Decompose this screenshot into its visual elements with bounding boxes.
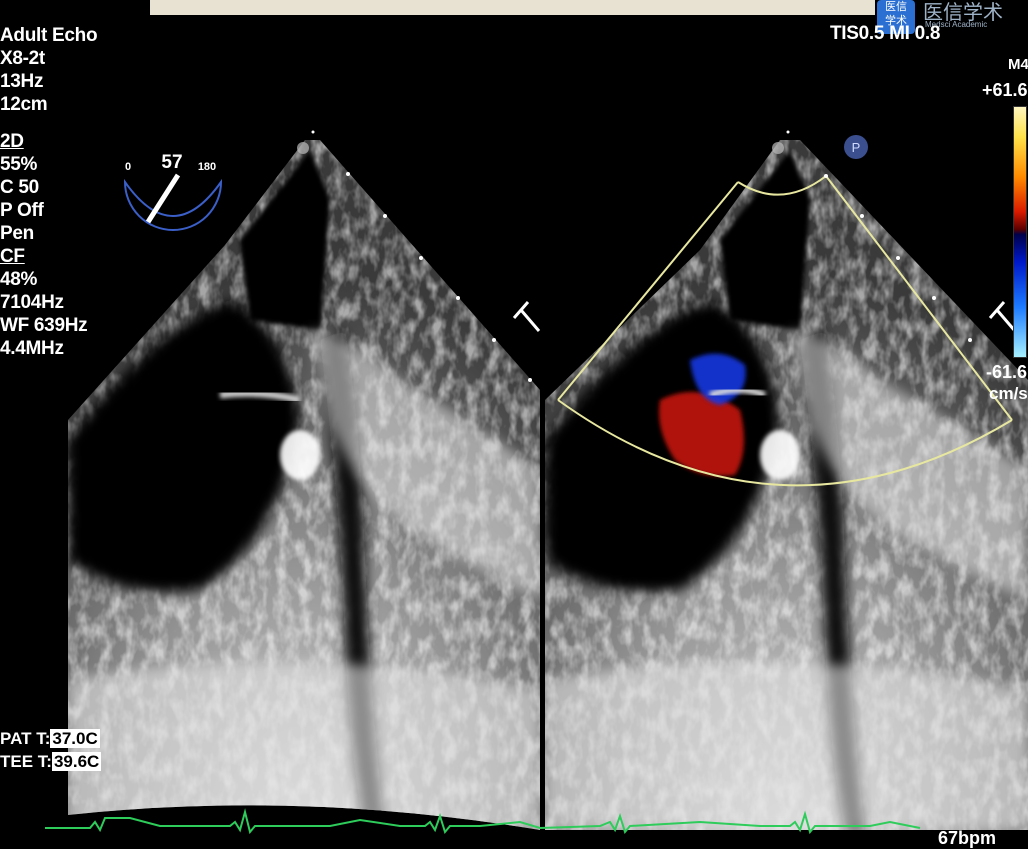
- echo-image: P 0 57 180: [45, 130, 1028, 835]
- velocity-unit: cm/s: [989, 384, 1028, 403]
- color-map-label: M4: [1008, 56, 1028, 73]
- p-marker-icon: P: [844, 135, 868, 159]
- depth: 12cm: [0, 94, 48, 115]
- velocity-bottom: -61.6: [986, 362, 1028, 382]
- left-orientation-marker: [512, 301, 541, 332]
- tee-temp-value: 39.6C: [51, 752, 102, 771]
- tis-mi-readout: TIS0.5 MI 0.8: [830, 23, 941, 44]
- wall-filter: WF 639Hz: [0, 315, 88, 336]
- p-marker-label: P: [852, 140, 861, 155]
- patient-temperature: PAT T: 37.0C: [0, 729, 100, 749]
- exam-mode: Adult Echo: [0, 25, 98, 46]
- protractor-angle: 57: [161, 152, 182, 173]
- right-orientation-marker: [988, 301, 1017, 332]
- acquisition-parameters: Adult Echo X8-2t 13Hz 12cm 2D 55% C 50 P…: [0, 25, 98, 361]
- heart-rate: 67bpm: [938, 828, 997, 848]
- velocity-top: +61.6: [982, 80, 1028, 100]
- protractor-max: 180: [198, 161, 216, 173]
- prf: 7104Hz: [0, 292, 64, 313]
- section-2d: 2D: [0, 131, 24, 152]
- velocity-color-bar: [1013, 106, 1027, 358]
- protractor-min: 0: [125, 161, 131, 173]
- angle-protractor: 0 57 180: [123, 152, 223, 231]
- section-cf: CF: [0, 246, 25, 267]
- gain-cf: 48%: [0, 269, 38, 290]
- probe-name: X8-2t: [0, 48, 45, 69]
- compression: C 50: [0, 177, 39, 198]
- tee-temp-label: TEE T:: [0, 752, 52, 771]
- frame-rate: 13Hz: [0, 71, 44, 92]
- left-2d-sector: [68, 140, 540, 830]
- pat-temp-value: 37.0C: [50, 729, 100, 748]
- resolution: Pen: [0, 223, 34, 244]
- cf-frequency: 4.4MHz: [0, 338, 64, 359]
- persistence: P Off: [0, 200, 44, 221]
- gain-2d: 55%: [0, 154, 38, 175]
- tee-temperature: TEE T: 39.6C: [0, 752, 102, 772]
- pat-temp-label: PAT T:: [0, 729, 51, 748]
